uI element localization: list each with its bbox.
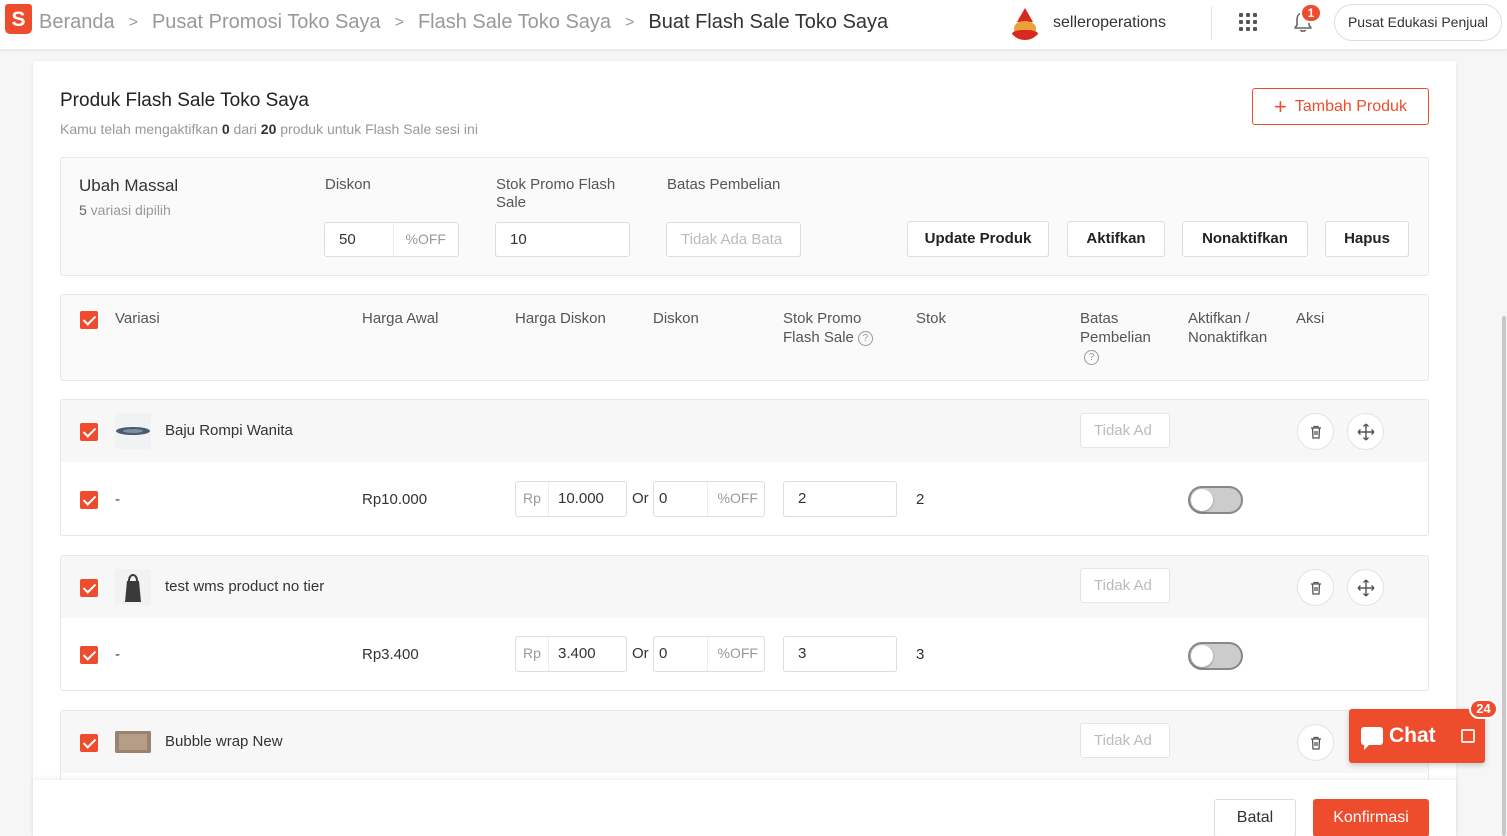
promo-stock-input[interactable]: 3 [783,636,897,672]
breadcrumb-home[interactable]: Beranda [39,11,115,34]
header-original-price: Harga Awal [362,310,439,327]
discount-price-input[interactable]: Rp 10.000 [515,481,627,517]
or-label: Or [632,490,649,507]
cancel-button[interactable]: Batal [1214,799,1296,836]
trash-icon[interactable] [1297,569,1334,606]
chat-button[interactable]: Chat [1349,709,1485,763]
product-checkbox[interactable] [80,579,98,597]
product-thumbnail [115,731,151,753]
header-promo-stock: Stok Promo Flash Sale? [783,309,873,347]
bulk-limit-label: Batas Pembelian [667,176,781,193]
product-name: Bubble wrap New [165,733,283,750]
chat-bubble-icon [1361,727,1383,750]
product-thumbnail [115,569,151,605]
stock-value: 2 [916,491,925,508]
header-stock: Stok [916,310,947,327]
seller-education-button[interactable]: Pusat Edukasi Penjual [1334,4,1502,41]
drag-move-icon[interactable] [1347,569,1384,606]
chevron-right-icon: > [625,13,635,31]
purchase-limit-input[interactable]: Tidak Ad [1080,723,1170,758]
discount-percent-input[interactable]: 0 %OFF [653,636,765,672]
variation-checkbox[interactable] [80,646,98,664]
product-name: Baju Rompi Wanita [165,422,293,439]
stock-value: 3 [916,646,925,663]
shopee-logo-icon[interactable]: S [5,4,32,34]
confirm-button[interactable]: Konfirmasi [1313,799,1429,836]
variation-name: - [115,646,120,663]
bulk-selected-count: 5 variasi dipilih [79,202,171,218]
discount-percent-input[interactable]: 0 %OFF [653,481,765,517]
chevron-right-icon: > [394,13,404,31]
header-purchase-limit: Batas Pembelian? [1080,310,1151,365]
bulk-edit-title: Ubah Massal [79,176,179,195]
bulk-edit-panel [60,157,1429,276]
header-discount-price: Harga Diskon [515,310,606,327]
product-checkbox[interactable] [80,734,98,752]
header-discount: Diskon [653,310,699,327]
or-label: Or [632,645,649,662]
trash-icon[interactable] [1297,413,1334,450]
deactivate-button[interactable]: Nonaktifkan [1182,221,1308,257]
breadcrumb-flash-sale[interactable]: Flash Sale Toko Saya [418,11,611,34]
delete-button[interactable]: Hapus [1325,221,1409,257]
original-price: Rp10.000 [362,491,428,508]
scrollbar[interactable] [1502,316,1506,836]
original-price: Rp3.400 [362,646,419,663]
bulk-discount-label: Diskon [325,176,371,193]
avatar [1008,6,1042,40]
discount-price-input[interactable]: Rp 3.400 [515,636,627,672]
notification-badge: 1 [1300,3,1322,23]
activate-toggle[interactable] [1188,486,1243,514]
username: selleroperations [1053,14,1166,31]
select-all-checkbox[interactable] [80,311,98,329]
variation-checkbox[interactable] [80,491,98,509]
chat-unread-badge: 24 [1469,699,1498,719]
breadcrumb: Beranda > Pusat Promosi Toko Saya > Flas… [39,11,888,34]
variation-name: - [115,491,120,508]
active-products-summary: Kamu telah mengaktifkan 0 dari 20 produk… [60,121,478,137]
trash-icon[interactable] [1297,724,1334,761]
page-title: Produk Flash Sale Toko Saya [60,90,309,111]
update-product-button[interactable]: Update Produk [907,221,1049,257]
chat-expand-icon[interactable] [1461,729,1475,743]
purchase-limit-input[interactable]: Tidak Ad [1080,568,1170,603]
bulk-stock-input[interactable]: 10 [495,222,630,257]
header-variation: Variasi [115,310,160,327]
plus-icon: + [1274,93,1287,119]
help-icon[interactable]: ? [1084,349,1099,365]
divider [1211,6,1212,40]
chevron-right-icon: > [128,13,138,31]
apps-grid-icon[interactable] [1239,13,1257,31]
product-checkbox[interactable] [80,423,98,441]
breadcrumb-current: Buat Flash Sale Toko Saya [648,11,889,33]
bulk-limit-input[interactable]: Tidak Ada Bata [666,222,801,257]
product-name: test wms product no tier [165,578,325,595]
product-thumbnail [115,413,151,449]
header-toggle: Aktifkan / Nonaktifkan [1188,310,1268,346]
chat-label: Chat [1389,724,1436,747]
activate-toggle[interactable] [1188,642,1243,670]
user-menu[interactable]: selleroperations [1008,6,1166,40]
breadcrumb-promo-center[interactable]: Pusat Promosi Toko Saya [152,11,381,34]
activate-button[interactable]: Aktifkan [1067,221,1165,257]
drag-move-icon[interactable] [1347,413,1384,450]
bulk-stock-label: Stok Promo Flash Sale [496,176,616,211]
help-icon[interactable]: ? [857,330,873,346]
header-action: Aksi [1296,310,1325,327]
bulk-discount-input[interactable]: 50 %OFF [324,222,459,257]
add-product-button[interactable]: + Tambah Produk [1252,88,1429,125]
purchase-limit-input[interactable]: Tidak Ad [1080,413,1170,448]
promo-stock-input[interactable]: 2 [783,481,897,517]
